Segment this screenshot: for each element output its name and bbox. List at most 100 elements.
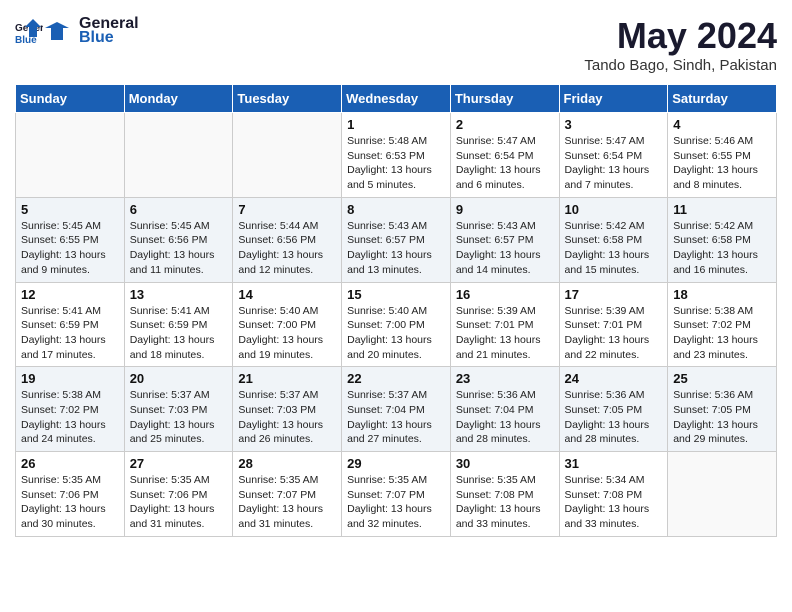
day-info: Sunrise: 5:37 AM Sunset: 7:03 PM Dayligh… <box>130 388 228 447</box>
calendar-table: SundayMondayTuesdayWednesdayThursdayFrid… <box>15 84 777 537</box>
calendar-cell <box>16 113 125 198</box>
day-number: 25 <box>673 371 771 386</box>
sunset-text: Sunset: 7:03 PM <box>238 404 316 416</box>
sunset-text: Sunset: 6:57 PM <box>456 234 534 246</box>
sunrise-text: Sunrise: 5:41 AM <box>130 305 210 317</box>
daylight-text: Daylight: 13 hours and 33 minutes. <box>565 503 650 530</box>
sunset-text: Sunset: 7:06 PM <box>130 489 208 501</box>
sunset-text: Sunset: 6:55 PM <box>673 150 751 162</box>
daylight-text: Daylight: 13 hours and 15 minutes. <box>565 249 650 276</box>
sunrise-text: Sunrise: 5:36 AM <box>456 389 536 401</box>
sunset-text: Sunset: 7:07 PM <box>347 489 425 501</box>
weekday-header: Sunday <box>16 85 125 113</box>
daylight-text: Daylight: 13 hours and 17 minutes. <box>21 334 106 361</box>
day-info: Sunrise: 5:42 AM Sunset: 6:58 PM Dayligh… <box>565 219 663 278</box>
calendar-cell: 20 Sunrise: 5:37 AM Sunset: 7:03 PM Dayl… <box>124 367 233 452</box>
daylight-text: Daylight: 13 hours and 29 minutes. <box>673 419 758 446</box>
calendar-cell: 3 Sunrise: 5:47 AM Sunset: 6:54 PM Dayli… <box>559 113 668 198</box>
day-info: Sunrise: 5:40 AM Sunset: 7:00 PM Dayligh… <box>238 304 336 363</box>
day-number: 15 <box>347 287 445 302</box>
daylight-text: Daylight: 13 hours and 18 minutes. <box>130 334 215 361</box>
sunrise-text: Sunrise: 5:35 AM <box>238 474 318 486</box>
calendar-cell: 9 Sunrise: 5:43 AM Sunset: 6:57 PM Dayli… <box>450 197 559 282</box>
calendar-cell: 10 Sunrise: 5:42 AM Sunset: 6:58 PM Dayl… <box>559 197 668 282</box>
day-number: 13 <box>130 287 228 302</box>
sunset-text: Sunset: 7:05 PM <box>565 404 643 416</box>
sunset-text: Sunset: 7:04 PM <box>456 404 534 416</box>
sunrise-text: Sunrise: 5:47 AM <box>456 135 536 147</box>
calendar-cell: 28 Sunrise: 5:35 AM Sunset: 7:07 PM Dayl… <box>233 452 342 537</box>
day-number: 19 <box>21 371 119 386</box>
daylight-text: Daylight: 13 hours and 26 minutes. <box>238 419 323 446</box>
daylight-text: Daylight: 13 hours and 21 minutes. <box>456 334 541 361</box>
calendar-cell: 19 Sunrise: 5:38 AM Sunset: 7:02 PM Dayl… <box>16 367 125 452</box>
calendar-cell: 12 Sunrise: 5:41 AM Sunset: 6:59 PM Dayl… <box>16 282 125 367</box>
logo: General Blue General Blue <box>15 15 139 47</box>
sunset-text: Sunset: 7:03 PM <box>130 404 208 416</box>
calendar-cell: 26 Sunrise: 5:35 AM Sunset: 7:06 PM Dayl… <box>16 452 125 537</box>
daylight-text: Daylight: 13 hours and 20 minutes. <box>347 334 432 361</box>
month-title: May 2024 <box>584 15 777 57</box>
daylight-text: Daylight: 13 hours and 27 minutes. <box>347 419 432 446</box>
day-info: Sunrise: 5:47 AM Sunset: 6:54 PM Dayligh… <box>565 134 663 193</box>
sunset-text: Sunset: 7:07 PM <box>238 489 316 501</box>
daylight-text: Daylight: 13 hours and 6 minutes. <box>456 164 541 191</box>
location: Tando Bago, Sindh, Pakistan <box>584 57 777 74</box>
day-number: 30 <box>456 456 554 471</box>
calendar-week-row: 12 Sunrise: 5:41 AM Sunset: 6:59 PM Dayl… <box>16 282 777 367</box>
daylight-text: Daylight: 13 hours and 28 minutes. <box>565 419 650 446</box>
day-info: Sunrise: 5:35 AM Sunset: 7:07 PM Dayligh… <box>347 473 445 532</box>
daylight-text: Daylight: 13 hours and 31 minutes. <box>238 503 323 530</box>
daylight-text: Daylight: 13 hours and 8 minutes. <box>673 164 758 191</box>
sunrise-text: Sunrise: 5:36 AM <box>565 389 645 401</box>
day-info: Sunrise: 5:45 AM Sunset: 6:55 PM Dayligh… <box>21 219 119 278</box>
sunrise-text: Sunrise: 5:35 AM <box>21 474 101 486</box>
daylight-text: Daylight: 13 hours and 31 minutes. <box>130 503 215 530</box>
sunset-text: Sunset: 7:08 PM <box>565 489 643 501</box>
calendar-cell: 7 Sunrise: 5:44 AM Sunset: 6:56 PM Dayli… <box>233 197 342 282</box>
sunrise-text: Sunrise: 5:42 AM <box>565 220 645 232</box>
sunrise-text: Sunrise: 5:48 AM <box>347 135 427 147</box>
day-number: 12 <box>21 287 119 302</box>
day-info: Sunrise: 5:35 AM Sunset: 7:06 PM Dayligh… <box>130 473 228 532</box>
weekday-header: Saturday <box>668 85 777 113</box>
daylight-text: Daylight: 13 hours and 11 minutes. <box>130 249 215 276</box>
sunset-text: Sunset: 6:59 PM <box>130 319 208 331</box>
sunrise-text: Sunrise: 5:45 AM <box>130 220 210 232</box>
sunset-text: Sunset: 7:08 PM <box>456 489 534 501</box>
day-info: Sunrise: 5:36 AM Sunset: 7:05 PM Dayligh… <box>673 388 771 447</box>
sunrise-text: Sunrise: 5:45 AM <box>21 220 101 232</box>
page-header: General Blue General Blue May 2024 Tando… <box>15 15 777 74</box>
daylight-text: Daylight: 13 hours and 24 minutes. <box>21 419 106 446</box>
calendar-week-row: 1 Sunrise: 5:48 AM Sunset: 6:53 PM Dayli… <box>16 113 777 198</box>
sunrise-text: Sunrise: 5:35 AM <box>347 474 427 486</box>
day-info: Sunrise: 5:41 AM Sunset: 6:59 PM Dayligh… <box>130 304 228 363</box>
daylight-text: Daylight: 13 hours and 7 minutes. <box>565 164 650 191</box>
sunrise-text: Sunrise: 5:34 AM <box>565 474 645 486</box>
sunset-text: Sunset: 7:01 PM <box>456 319 534 331</box>
day-info: Sunrise: 5:47 AM Sunset: 6:54 PM Dayligh… <box>456 134 554 193</box>
calendar-cell: 18 Sunrise: 5:38 AM Sunset: 7:02 PM Dayl… <box>668 282 777 367</box>
day-info: Sunrise: 5:39 AM Sunset: 7:01 PM Dayligh… <box>565 304 663 363</box>
calendar-cell: 23 Sunrise: 5:36 AM Sunset: 7:04 PM Dayl… <box>450 367 559 452</box>
sunset-text: Sunset: 6:59 PM <box>21 319 99 331</box>
calendar-cell: 15 Sunrise: 5:40 AM Sunset: 7:00 PM Dayl… <box>342 282 451 367</box>
day-info: Sunrise: 5:40 AM Sunset: 7:00 PM Dayligh… <box>347 304 445 363</box>
calendar-cell: 21 Sunrise: 5:37 AM Sunset: 7:03 PM Dayl… <box>233 367 342 452</box>
day-info: Sunrise: 5:41 AM Sunset: 6:59 PM Dayligh… <box>21 304 119 363</box>
sunrise-text: Sunrise: 5:37 AM <box>238 389 318 401</box>
calendar-cell: 13 Sunrise: 5:41 AM Sunset: 6:59 PM Dayl… <box>124 282 233 367</box>
calendar-week-row: 26 Sunrise: 5:35 AM Sunset: 7:06 PM Dayl… <box>16 452 777 537</box>
sunset-text: Sunset: 6:54 PM <box>456 150 534 162</box>
calendar-cell: 8 Sunrise: 5:43 AM Sunset: 6:57 PM Dayli… <box>342 197 451 282</box>
sunset-text: Sunset: 6:55 PM <box>21 234 99 246</box>
day-number: 29 <box>347 456 445 471</box>
calendar-week-row: 19 Sunrise: 5:38 AM Sunset: 7:02 PM Dayl… <box>16 367 777 452</box>
daylight-text: Daylight: 13 hours and 19 minutes. <box>238 334 323 361</box>
sunrise-text: Sunrise: 5:46 AM <box>673 135 753 147</box>
day-number: 7 <box>238 202 336 217</box>
sunset-text: Sunset: 6:54 PM <box>565 150 643 162</box>
calendar-cell <box>668 452 777 537</box>
day-number: 10 <box>565 202 663 217</box>
sunset-text: Sunset: 6:53 PM <box>347 150 425 162</box>
